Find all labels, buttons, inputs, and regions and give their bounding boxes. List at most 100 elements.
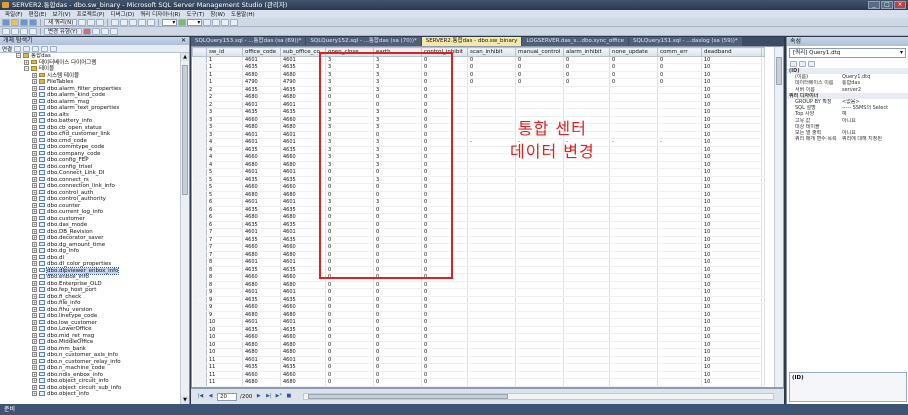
- grid-cell[interactable]: [609, 198, 658, 207]
- expand-icon[interactable]: +: [32, 79, 37, 84]
- grid-cell[interactable]: 0: [609, 71, 658, 79]
- grid-cell[interactable]: 10: [701, 363, 762, 372]
- grid-cell[interactable]: 0: [325, 341, 374, 349]
- grid-cell[interactable]: [467, 348, 516, 357]
- grid-cell[interactable]: [563, 303, 610, 312]
- show-sql-icon[interactable]: [20, 27, 28, 35]
- grid-cell[interactable]: [515, 258, 564, 267]
- grid-cell[interactable]: 11: [206, 371, 243, 379]
- grid-cell[interactable]: [563, 348, 610, 357]
- grid-cell[interactable]: 0: [421, 273, 468, 282]
- grid-cell[interactable]: [657, 191, 702, 199]
- table-row[interactable]: 8 4660 4660 0 0 0 10: [192, 273, 765, 282]
- grid-cell[interactable]: [467, 183, 516, 192]
- grid-cell[interactable]: 4601: [242, 318, 281, 327]
- row-selector[interactable]: [192, 161, 207, 169]
- grid-cell[interactable]: [515, 176, 564, 184]
- grid-horizontal-scrollbar[interactable]: [303, 393, 774, 400]
- grid-cell[interactable]: 2: [206, 86, 243, 94]
- grid-cell[interactable]: 3: [325, 138, 374, 147]
- expand-icon[interactable]: +: [32, 384, 37, 390]
- verify-sql-icon[interactable]: [91, 27, 100, 35]
- grid-cell[interactable]: 0: [421, 356, 468, 364]
- table-row[interactable]: 8 4601 4601 0 0 0 10: [192, 258, 765, 267]
- table-row[interactable]: 3 4601 4601 0 0 0 10: [192, 131, 765, 139]
- grid-cell[interactable]: 4680: [280, 251, 326, 259]
- grid-cell[interactable]: [515, 371, 564, 379]
- grid-cell[interactable]: 0: [325, 183, 374, 192]
- row-selector[interactable]: [192, 341, 207, 349]
- grid-cell[interactable]: 4601: [280, 138, 326, 147]
- grid-cell[interactable]: 3: [373, 108, 422, 117]
- grid-cell[interactable]: 4635: [280, 206, 326, 214]
- column-header[interactable]: office_code: [242, 47, 281, 57]
- table-row[interactable]: 6 4601 4601 3 3 0 10: [192, 198, 765, 207]
- table-row[interactable]: 9 4680 4680 0 0 0 10: [192, 311, 765, 319]
- grid-cell[interactable]: [609, 311, 658, 319]
- expand-icon[interactable]: +: [32, 202, 37, 208]
- grid-cell[interactable]: 0: [325, 266, 374, 274]
- expand-icon[interactable]: +: [32, 339, 37, 344]
- grid-cell[interactable]: 4680: [242, 311, 281, 319]
- grid-cell[interactable]: [515, 236, 564, 244]
- grid-cell[interactable]: 3: [325, 198, 374, 207]
- grid-cell[interactable]: [515, 191, 564, 199]
- grid-cell[interactable]: 10: [701, 371, 762, 379]
- grid-cell[interactable]: [467, 153, 516, 162]
- grid-cell[interactable]: [563, 176, 610, 184]
- grid-cell[interactable]: [657, 228, 702, 237]
- grid-cell[interactable]: 0: [325, 371, 374, 379]
- grid-cell[interactable]: [467, 266, 516, 274]
- grid-cell[interactable]: [657, 161, 702, 169]
- row-selector[interactable]: [192, 221, 207, 229]
- grid-cell[interactable]: [657, 303, 702, 312]
- expand-icon[interactable]: +: [32, 118, 37, 123]
- grid-cell[interactable]: 10: [701, 116, 762, 124]
- cut-icon[interactable]: [111, 18, 120, 26]
- table-row[interactable]: 3 4635 4635 3 3 0 10: [192, 108, 765, 117]
- grid-cell[interactable]: 4635: [242, 266, 281, 274]
- grid-cell[interactable]: 10: [701, 71, 762, 79]
- grid-cell[interactable]: [657, 116, 702, 124]
- grid-cell[interactable]: 0: [373, 356, 422, 364]
- grid-cell[interactable]: 0: [421, 206, 468, 214]
- grid-cell[interactable]: 4635: [280, 63, 326, 72]
- grid-cell[interactable]: [563, 378, 610, 387]
- grid-cell[interactable]: 3: [325, 153, 374, 162]
- table-row[interactable]: 4 4660 4660 3 3 0 10: [192, 153, 765, 162]
- grid-cell[interactable]: 10: [701, 251, 762, 259]
- grid-cell[interactable]: [563, 266, 610, 274]
- column-header[interactable]: none_update: [608, 47, 658, 57]
- grid-cell[interactable]: [515, 311, 564, 319]
- expand-icon[interactable]: +: [32, 131, 37, 136]
- expand-icon[interactable]: +: [32, 72, 37, 78]
- menu-tools[interactable]: 도구(T): [183, 10, 207, 18]
- grid-cell[interactable]: 3: [206, 116, 243, 124]
- grid-cell[interactable]: 0: [563, 71, 610, 79]
- grid-cell[interactable]: 4635: [280, 221, 326, 229]
- row-selector[interactable]: [192, 273, 207, 282]
- grid-cell[interactable]: 0: [421, 101, 468, 109]
- grid-cell[interactable]: 4601: [242, 288, 281, 297]
- grid-cell[interactable]: 4601: [242, 356, 281, 364]
- expand-icon[interactable]: +: [32, 378, 37, 383]
- undo-icon[interactable]: [138, 18, 147, 26]
- grid-cell[interactable]: 0: [325, 131, 374, 139]
- table-row[interactable]: 8 4635 4635 0 0 0 10: [192, 266, 765, 274]
- grid-corner-cell[interactable]: [192, 47, 207, 57]
- grid-cell[interactable]: 4660: [242, 183, 281, 192]
- grid-cell[interactable]: [657, 266, 702, 274]
- expand-icon[interactable]: +: [32, 280, 37, 286]
- grid-cell[interactable]: 10: [701, 273, 762, 282]
- grid-cell[interactable]: 10: [701, 78, 762, 87]
- grid-cell[interactable]: 10: [701, 348, 762, 357]
- grid-cell[interactable]: [563, 333, 610, 342]
- grid-cell[interactable]: 0: [421, 318, 468, 327]
- row-selector[interactable]: [192, 131, 207, 139]
- row-selector[interactable]: [192, 266, 207, 274]
- grid-cell[interactable]: -: [609, 138, 658, 147]
- grid-cell[interactable]: 0: [421, 378, 468, 387]
- grid-cell[interactable]: 3: [325, 56, 374, 64]
- grid-cell[interactable]: 10: [701, 191, 762, 199]
- grid-cell[interactable]: 4680: [242, 341, 281, 349]
